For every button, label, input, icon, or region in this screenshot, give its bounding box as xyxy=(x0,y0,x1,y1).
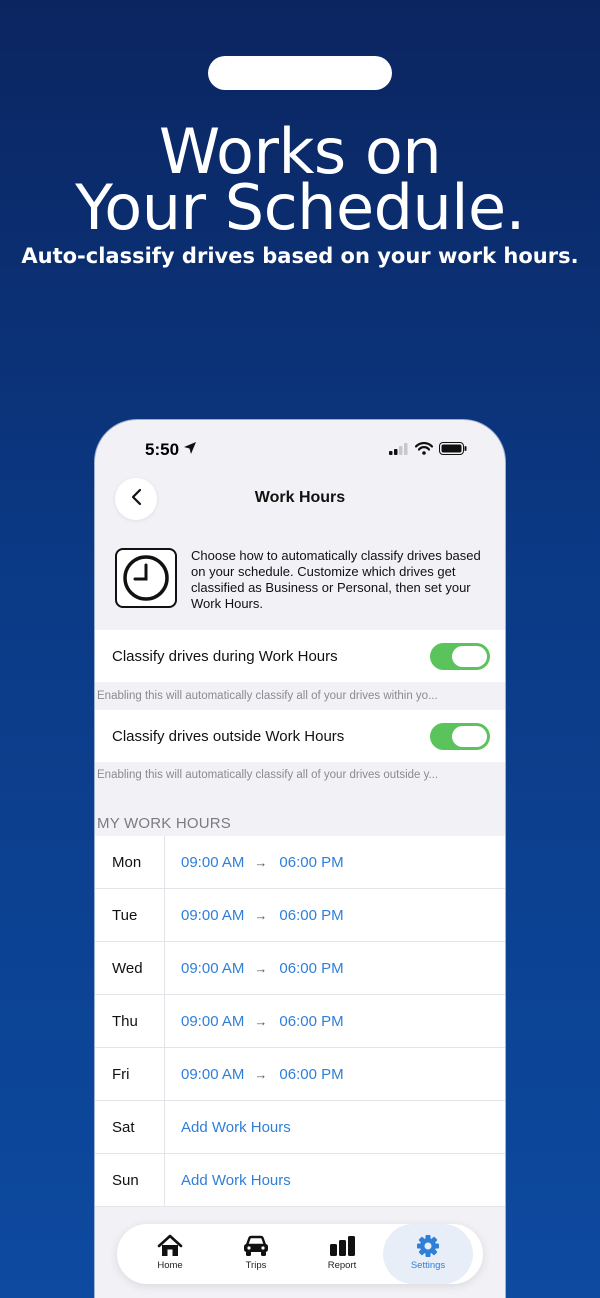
hint-outside: Enabling this will automatically classif… xyxy=(97,769,439,781)
start-time[interactable]: 09:00 AM xyxy=(181,907,244,924)
tab-settings[interactable]: Settings xyxy=(383,1224,473,1284)
toggle-knob xyxy=(452,646,487,667)
promo-headline: Works on Your Schedule. xyxy=(0,121,600,244)
toggle-label-outside: Classify drives outside Work Hours xyxy=(112,728,345,745)
promo-pill xyxy=(208,56,392,90)
status-time-group: 5:50 xyxy=(145,440,197,460)
toggle-label-during: Classify drives during Work Hours xyxy=(112,648,338,665)
section-title-work-hours: MY WORK HOURS xyxy=(97,815,231,832)
arrow-right-icon: → xyxy=(254,1067,268,1082)
work-hours-row-tue[interactable]: Tue 09:00 AM → 06:00 PM xyxy=(95,889,505,942)
gear-icon xyxy=(383,1234,473,1258)
nav-bar: Work Hours xyxy=(95,478,505,524)
tab-bar: Home Trips Report Settings xyxy=(117,1224,483,1284)
arrow-right-icon: → xyxy=(254,908,268,923)
car-icon xyxy=(211,1234,301,1258)
work-hours-row-wed[interactable]: Wed 09:00 AM → 06:00 PM xyxy=(95,942,505,995)
arrow-right-icon: → xyxy=(254,1014,268,1029)
wifi-icon xyxy=(414,442,434,460)
toggle-during-work-hours[interactable] xyxy=(430,643,490,670)
tab-label: Trips xyxy=(245,1260,267,1271)
add-work-hours-link[interactable]: Add Work Hours xyxy=(181,1119,291,1136)
time-range[interactable]: 09:00 AM → 06:00 PM xyxy=(181,1066,344,1083)
bar-chart-icon xyxy=(297,1234,387,1258)
day-label: Mon xyxy=(95,836,165,889)
tab-trips[interactable]: Trips xyxy=(211,1224,301,1284)
end-time[interactable]: 06:00 PM xyxy=(279,1066,343,1083)
tab-home[interactable]: Home xyxy=(125,1224,215,1284)
start-time[interactable]: 09:00 AM xyxy=(181,1013,244,1030)
phone-screen: 5:50 Work Hours Choose how to automatica… xyxy=(95,420,505,1298)
work-hours-list: Mon 09:00 AM → 06:00 PM Tue 09:00 AM → 0… xyxy=(95,836,505,1207)
time-range[interactable]: 09:00 AM → 06:00 PM xyxy=(181,907,344,924)
day-label: Wed xyxy=(95,942,165,995)
work-hours-row-sun[interactable]: Sun Add Work Hours xyxy=(95,1154,505,1207)
intro-section: Choose how to automatically classify dri… xyxy=(115,548,495,612)
page-title: Work Hours xyxy=(254,489,346,506)
promo-subheadline: Auto-classify drives based on your work … xyxy=(21,244,579,268)
hint-during: Enabling this will automatically classif… xyxy=(97,690,438,702)
work-hours-row-fri[interactable]: Fri 09:00 AM → 06:00 PM xyxy=(95,1048,505,1101)
add-work-hours-link[interactable]: Add Work Hours xyxy=(181,1172,291,1189)
toggle-knob xyxy=(452,726,487,747)
signal-icon xyxy=(389,442,409,460)
time-range[interactable]: 09:00 AM → 06:00 PM xyxy=(181,854,344,871)
start-time[interactable]: 09:00 AM xyxy=(181,854,244,871)
intro-description: Choose how to automatically classify dri… xyxy=(191,548,481,611)
status-bar: 5:50 xyxy=(95,420,505,480)
tab-label: Settings xyxy=(410,1260,446,1271)
end-time[interactable]: 06:00 PM xyxy=(279,1013,343,1030)
arrow-right-icon: → xyxy=(254,961,268,976)
day-label: Thu xyxy=(95,995,165,1048)
end-time[interactable]: 06:00 PM xyxy=(279,907,343,924)
end-time[interactable]: 06:00 PM xyxy=(279,960,343,977)
toggle-outside-work-hours[interactable] xyxy=(430,723,490,750)
location-arrow-icon xyxy=(183,440,197,460)
work-hours-row-mon[interactable]: Mon 09:00 AM → 06:00 PM xyxy=(95,836,505,889)
headline-line-2: Your Schedule. xyxy=(75,171,525,244)
start-time[interactable]: 09:00 AM xyxy=(181,960,244,977)
arrow-right-icon: → xyxy=(254,855,268,870)
day-label: Tue xyxy=(95,889,165,942)
day-label: Fri xyxy=(95,1048,165,1101)
work-hours-row-thu[interactable]: Thu 09:00 AM → 06:00 PM xyxy=(95,995,505,1048)
toggle-row-outside: Classify drives outside Work Hours xyxy=(95,710,505,762)
clock-icon xyxy=(115,548,177,608)
tab-label: Home xyxy=(157,1260,183,1271)
status-time: 5:50 xyxy=(145,440,180,459)
day-label: Sun xyxy=(95,1154,165,1207)
home-icon xyxy=(125,1234,215,1258)
tab-label: Report xyxy=(327,1260,357,1271)
end-time[interactable]: 06:00 PM xyxy=(279,854,343,871)
time-range[interactable]: 09:00 AM → 06:00 PM xyxy=(181,1013,344,1030)
work-hours-row-sat[interactable]: Sat Add Work Hours xyxy=(95,1101,505,1154)
status-icons xyxy=(389,442,467,460)
day-label: Sat xyxy=(95,1101,165,1154)
tab-report[interactable]: Report xyxy=(297,1224,387,1284)
battery-icon xyxy=(439,442,467,460)
start-time[interactable]: 09:00 AM xyxy=(181,1066,244,1083)
time-range[interactable]: 09:00 AM → 06:00 PM xyxy=(181,960,344,977)
toggle-row-during: Classify drives during Work Hours xyxy=(95,630,505,682)
